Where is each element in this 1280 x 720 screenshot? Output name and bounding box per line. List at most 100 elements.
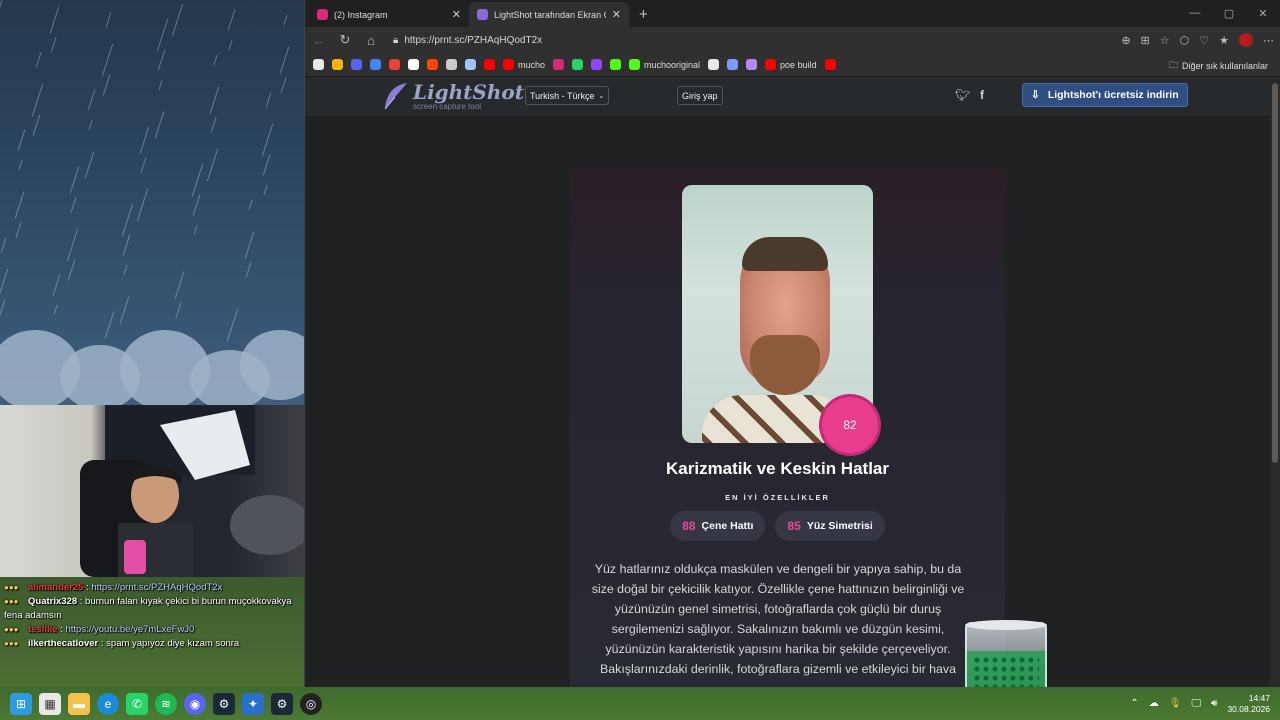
bookmark-item[interactable] [610,59,622,70]
result-title: Karizmatik ve Keskin Hatlar [666,459,889,478]
bookmark-favicon-icon [427,59,438,70]
zoom-icon[interactable]: ⊕ [1121,34,1130,47]
bookmark-item[interactable] [389,59,400,70]
bookmark-item[interactable] [332,59,343,70]
profile-avatar[interactable] [1239,33,1253,47]
bookmark-item[interactable] [351,59,362,70]
extensions-icon[interactable]: ⬡ [1180,34,1190,47]
clock[interactable]: 14:47 30.08.2026 [1227,693,1270,715]
bookmark-item[interactable] [824,59,836,70]
other-bookmarks[interactable]: 🗀 Diğer sık kullanılanlar [1169,58,1268,74]
tab-bar: (2) Instagram ✕ LightShot tarafından Ekr… [305,0,1280,27]
app-install-icon[interactable]: ⊞ [1141,34,1150,47]
browser-essentials-icon[interactable]: ♡ [1199,34,1209,47]
volume-icon[interactable]: 🔊︎ [1211,698,1217,709]
back-icon[interactable]: ← [311,33,327,48]
url-field[interactable]: 🔒︎ https://prnt.sc/PZHAqHQodT2x [389,30,1112,50]
rain-streak [70,197,77,213]
rain-streak [263,185,268,195]
bookmark-item[interactable] [572,59,584,70]
system-tray: ⌃ ☁ 🎙︎ 🖵︎ 🔊︎ 14:47 30.08.2026 [1130,687,1270,720]
bookmark-item[interactable]: muchooriginal [629,59,700,70]
rain-streak [123,265,128,275]
bookmark-favicon-icon [351,59,362,70]
bookmark-item[interactable] [484,59,495,70]
onedrive-icon[interactable]: ☁ [1149,698,1159,709]
new-tab-button[interactable]: + [629,6,658,27]
bookmark-item[interactable] [708,59,720,70]
rain-streak [139,126,150,154]
bookmark-favicon-icon [591,59,603,70]
chat-badges-icon: ●●● [4,597,19,606]
twitter-icon[interactable]: 🐦︎ [955,88,970,102]
file-explorer-icon[interactable]: ▬ [68,692,90,715]
bookmark-favicon-icon [765,59,777,70]
lightshot-page: LightShot screen capture tool Turkish - … [305,77,1271,687]
lightshot-logo[interactable]: LightShot screen capture tool [383,81,524,111]
chat-badges-icon: ●●● [4,639,19,648]
rain-streak [87,89,96,111]
close-tab-icon[interactable]: ✕ [452,8,461,21]
page-scrollbar[interactable] [1270,77,1280,687]
bookmark-item[interactable] [313,59,324,70]
tab-title: LightShot tarafından Ekran Görünt [494,9,606,20]
discord-icon[interactable]: ◉ [184,692,206,715]
webcam-feed [0,405,304,577]
bookmark-item[interactable] [408,59,419,70]
bookmark-item[interactable] [727,59,739,70]
start-icon[interactable]: ⊞ [10,692,32,715]
tray-expand-icon[interactable]: ⌃ [1130,698,1138,709]
network-app-icon[interactable]: ✦ [242,692,264,715]
bookmark-item[interactable] [427,59,438,70]
spotify-icon[interactable]: ≋ [155,692,177,715]
bookmark-favicon-icon [572,59,584,70]
minimize-icon[interactable]: — [1178,0,1212,26]
tab-lightshot[interactable]: LightShot tarafından Ekran Görünt ✕ [469,2,629,27]
bookmark-item[interactable] [553,59,565,70]
rain-streak [0,0,3,10]
bookmark-item[interactable] [446,59,457,70]
stream-chat: ●●● alimander25 : https://prnt.sc/PZHAqHQ… [0,577,304,687]
login-button[interactable]: Giriş yap [677,86,723,105]
tab-instagram[interactable]: (2) Instagram ✕ [309,2,469,27]
task-view-icon[interactable]: ▦ [39,692,61,715]
edge-icon[interactable]: e [97,692,119,715]
chat-username: alimander25 [28,582,84,593]
rain-streak [157,49,166,71]
feature-chip: 88 Çene Hattı [670,511,766,541]
language-select[interactable]: Turkish - Türkçe ⌄ [525,86,610,105]
steam-icon[interactable]: ⚙ [271,692,293,715]
bookmark-favicon-icon [824,59,836,70]
download-button[interactable]: ⇩ Lightshot'ı ücretsiz indirin [1022,83,1188,107]
steam-icon[interactable]: ⚙ [213,692,235,715]
rain-streak [17,129,26,151]
bookmark-item[interactable] [370,59,381,70]
facebook-icon[interactable]: f [980,88,984,102]
close-tab-icon[interactable]: ✕ [612,8,621,21]
obs-icon[interactable]: ◎ [300,692,322,715]
rain-streak [228,40,233,50]
feature-score: 85 [787,519,801,533]
maximize-icon[interactable]: ▢ [1212,0,1246,26]
bookmark-item[interactable]: mucho [503,59,545,70]
bookmark-label: mucho [518,59,546,70]
favorite-star-icon[interactable]: ☆ [1160,34,1170,47]
whatsapp-icon[interactable]: ✆ [126,692,148,715]
rain-streak [121,203,134,237]
refresh-icon[interactable]: ↻ [337,32,353,48]
microphone-icon[interactable]: 🎙︎ [1169,698,1182,709]
rain-streak [105,12,112,28]
chat-username: ilkerthecatlover [28,638,99,649]
bookmark-item[interactable] [746,59,758,70]
favorites-icon[interactable]: ★ [1219,34,1229,47]
result-description: Yüz hatlarınız oldukça maskülen ve denge… [591,562,965,676]
network-icon[interactable]: 🖵︎ [1192,698,1202,709]
more-menu-icon[interactable]: ⋯ [1263,34,1274,47]
bookmark-item[interactable] [465,59,476,70]
scrollbar-thumb[interactable] [1272,83,1278,463]
bookmark-item[interactable] [591,59,603,70]
close-window-icon[interactable]: ✕ [1246,0,1280,26]
bookmark-item[interactable]: poe build [765,59,817,70]
home-icon[interactable]: ⌂ [363,33,379,48]
chat-text: https://youtu.be/ye7mLxeFwJ0 [65,624,195,635]
